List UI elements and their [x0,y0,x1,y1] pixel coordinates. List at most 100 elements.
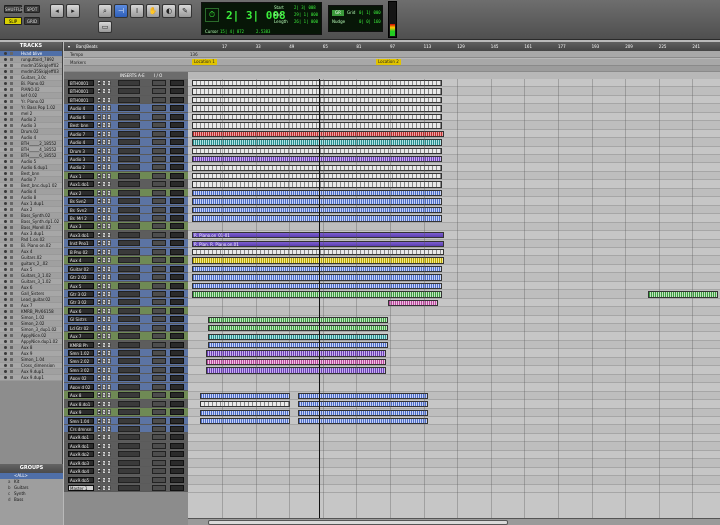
track-lane[interactable] [188,282,720,291]
clip[interactable] [208,341,388,349]
insert-slot[interactable] [118,282,140,289]
insert-slot[interactable] [118,206,140,213]
track-lane[interactable] [188,273,720,282]
track-lane[interactable] [188,164,720,172]
mute-button[interactable]: M [107,324,111,331]
volume-indicator[interactable] [170,147,184,154]
io-selector[interactable] [152,198,166,205]
insert-slot[interactable] [118,409,140,416]
solo-button[interactable]: S [102,189,106,196]
mute-button[interactable]: M [107,147,111,154]
track-lane[interactable] [188,299,720,308]
volume-indicator[interactable] [170,155,184,162]
volume-indicator[interactable] [170,333,184,340]
track-header[interactable]: Aux 7 ● S M [64,332,188,341]
insert-slot[interactable] [118,130,140,137]
track-header[interactable]: Gtr 3 02 ● S M [64,298,188,307]
io-selector[interactable] [152,80,166,86]
track-name-field[interactable]: Aux 7 [68,333,94,340]
io-selector[interactable] [152,459,166,466]
track-name-field[interactable]: BTH0001 [68,80,94,86]
insert-slot[interactable] [118,240,140,247]
solo-button[interactable]: S [102,366,106,373]
io-selector[interactable] [152,350,166,356]
track-header[interactable]: Aux 3 ● S M [64,222,188,231]
track-lane[interactable] [188,374,720,384]
solo-button[interactable]: S [102,341,106,348]
track-header[interactable]: Audio 7 ● S M [64,129,188,139]
clip[interactable] [192,215,442,222]
solo-button[interactable]: S [102,485,106,491]
show-hide-dot-icon[interactable] [4,232,7,235]
volume-indicator[interactable] [170,130,184,137]
volume-indicator[interactable] [170,257,184,264]
clip[interactable] [192,156,442,163]
insert-slot[interactable] [118,383,140,390]
track-name-field[interactable]: Aux9.dp1 [68,434,94,441]
shuffle-mode-button[interactable]: SHUFFLE [4,5,23,13]
grid-mode-indicator[interactable]: GR [332,10,344,16]
insert-slot[interactable] [118,417,140,424]
show-hide-dot-icon[interactable] [4,70,7,73]
track-header[interactable]: Audio 2 ● S M [64,163,188,172]
track-lane[interactable] [188,265,720,274]
solo-button[interactable]: S [102,358,106,365]
solo-button[interactable]: S [102,324,106,331]
track-header[interactable]: Aux 4 ● S M [64,256,188,265]
insert-slot[interactable] [118,324,140,331]
track-lane[interactable] [188,391,720,401]
volume-indicator[interactable] [170,164,184,171]
io-selector[interactable] [152,366,166,373]
record-enable-button[interactable]: ● [97,442,101,449]
io-selector[interactable] [152,189,166,196]
show-hide-dot-icon[interactable] [4,142,7,145]
track-lane[interactable] [188,417,720,426]
mute-button[interactable]: M [107,434,111,441]
track-header[interactable]: Bs Syn2 ● S M [64,197,188,206]
show-hide-dot-icon[interactable] [4,352,7,355]
volume-indicator[interactable] [170,417,184,424]
mute-button[interactable]: M [107,265,111,272]
show-hide-dot-icon[interactable] [4,94,7,97]
volume-indicator[interactable] [170,468,184,475]
track-name-field[interactable]: Audio 4 [68,105,94,112]
solo-button[interactable]: S [102,425,106,432]
mute-button[interactable]: M [107,130,111,137]
record-enable-button[interactable]: ● [97,299,101,306]
solo-button[interactable]: S [102,265,106,272]
track-lane[interactable] [188,400,720,409]
track-name-field[interactable]: Aux 4 [68,257,94,264]
track-name-field[interactable]: Master 1 [68,485,94,491]
trimmer-tool-icon[interactable]: ⊣ [114,4,128,18]
track-lane[interactable] [188,121,720,130]
show-hide-dot-icon[interactable] [4,106,7,109]
insert-slot[interactable] [118,459,140,466]
record-enable-button[interactable]: ● [97,324,101,331]
track-header[interactable]: Smn 1.04 ● S M [64,416,188,425]
record-enable-button[interactable]: ● [97,113,101,120]
track-lane[interactable] [188,459,720,468]
volume-indicator[interactable] [170,324,184,331]
mute-button[interactable]: M [107,383,111,390]
volume-indicator[interactable] [170,265,184,272]
volume-indicator[interactable] [170,400,184,407]
clip[interactable] [192,88,442,95]
io-selector[interactable] [152,113,166,120]
track-header[interactable]: Aux1.dp1 ● S M [64,180,188,189]
track-name-field[interactable]: GI Sistrs [68,316,94,323]
track-name-field[interactable]: Audio 6 [68,113,94,120]
io-selector[interactable] [152,231,166,238]
track-lane[interactable] [188,307,720,316]
track-lane[interactable] [188,366,720,375]
track-header[interactable]: Appy d 02 ● S M [64,382,188,392]
track-name-field[interactable]: Smn 2.02 [68,358,94,365]
bars-beats-label[interactable]: Bars|Beats [76,42,98,51]
clip[interactable] [208,316,388,323]
track-header[interactable]: Aux9.dp3 ● S M [64,458,188,468]
record-enable-button[interactable]: ● [97,122,101,129]
insert-slot[interactable] [118,434,140,441]
insert-slot[interactable] [118,96,140,103]
mute-button[interactable]: M [107,290,111,297]
solo-button[interactable]: S [102,350,106,356]
volume-indicator[interactable] [170,282,184,289]
